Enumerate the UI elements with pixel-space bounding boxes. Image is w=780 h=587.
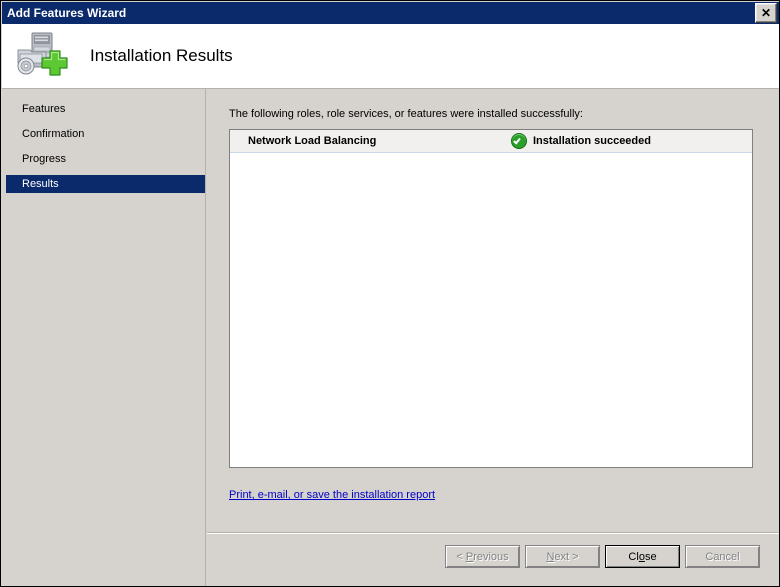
close-icon[interactable]: ✕ [755,3,777,23]
print-email-save-report-link[interactable]: Print, e-mail, or save the installation … [229,489,435,501]
close-button[interactable]: Close [605,545,680,568]
installation-results-list[interactable]: Network Load Balancing Installation succ… [229,129,753,468]
sidebar-item-confirmation[interactable]: Confirmation [6,125,206,143]
result-status: Installation succeeded [511,133,651,149]
close-button-label: Close [628,550,657,563]
table-row[interactable]: Network Load Balancing Installation succ… [230,130,752,153]
sidebar-item-features[interactable]: Features [6,100,206,118]
window-title: Add Features Wizard [7,6,127,20]
result-feature-name: Network Load Balancing [248,135,377,147]
cancel-button-label: Cancel [705,550,740,563]
next-button[interactable]: Next > [525,545,600,568]
success-check-icon [511,133,527,149]
button-bar: < Previous Next > Close Cancel [207,545,779,585]
main-content: The following roles, role services, or f… [207,89,779,586]
titlebar: Add Features Wizard ✕ [2,2,779,24]
previous-button[interactable]: < Previous [445,545,520,568]
previous-button-label: < Previous [456,550,509,563]
next-button-label: Next > [546,550,579,563]
close-icon-glyph: ✕ [760,6,772,20]
sidebar-item-results[interactable]: Results [6,175,206,193]
cancel-button[interactable]: Cancel [685,545,760,568]
server-add-feature-icon [12,30,68,82]
wizard-sidebar: Features Confirmation Progress Results [2,89,206,586]
page-title: Installation Results [90,46,233,65]
button-bar-divider [207,532,779,534]
sidebar-item-progress[interactable]: Progress [6,150,206,168]
add-features-wizard-window: Add Features Wizard ✕ Installation Resul… [0,0,780,587]
status-badge: Installation succeeded [533,135,651,147]
intro-text: The following roles, role services, or f… [229,108,583,120]
wizard-header: Installation Results [2,24,779,89]
